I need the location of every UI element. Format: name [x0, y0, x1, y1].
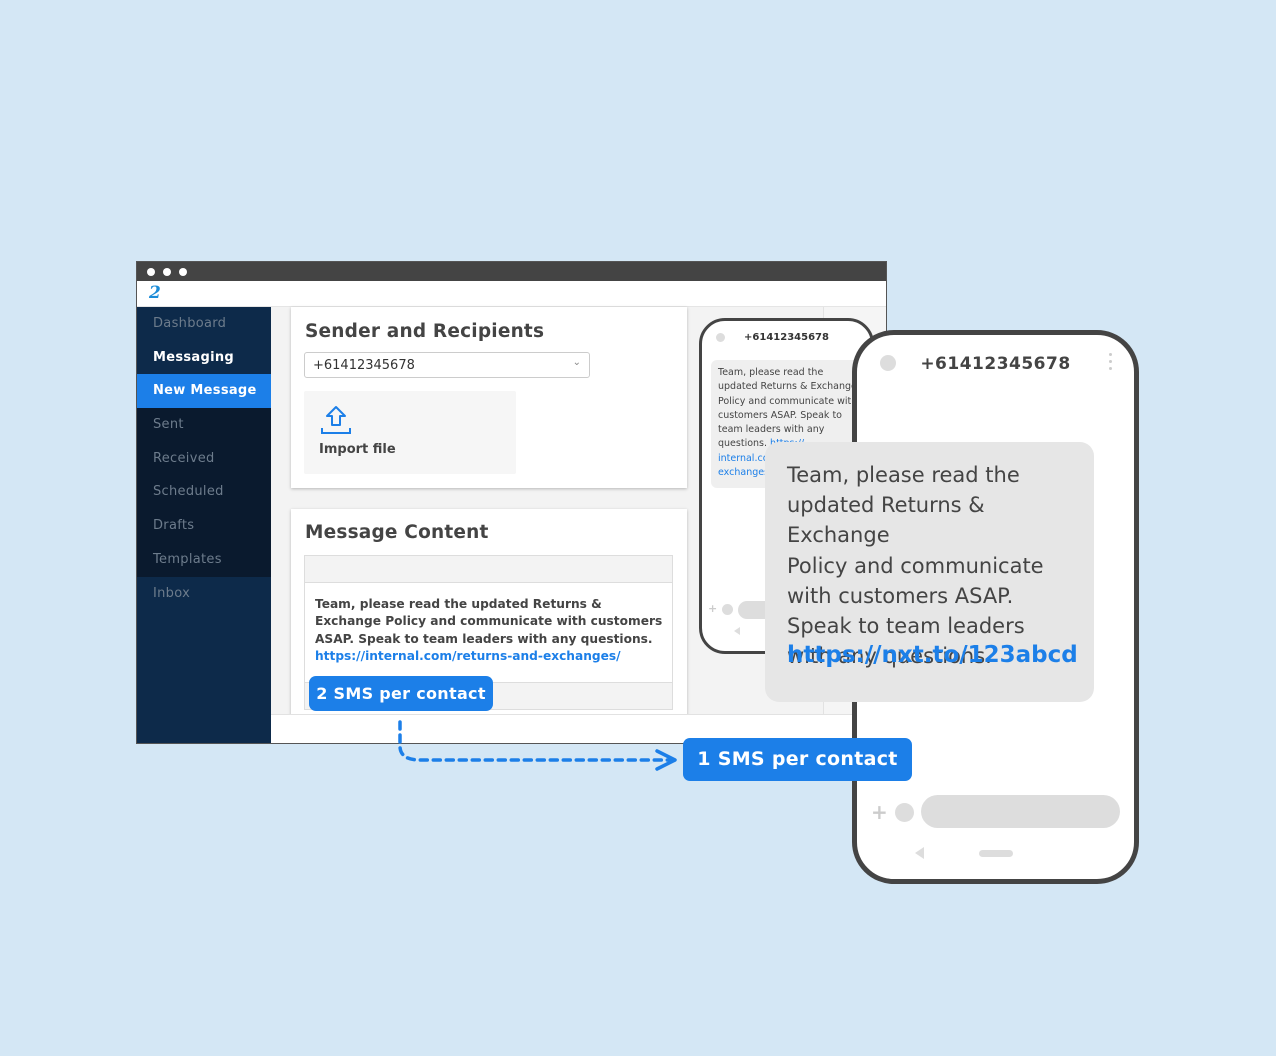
sms-count-badge-before: 2 SMS per contact [309, 676, 493, 711]
preview-small-link[interactable]: exchanges [718, 467, 769, 478]
upload-icon [321, 406, 351, 434]
preview-large-number: +61412345678 [920, 354, 1071, 374]
window-dot-icon[interactable] [163, 268, 171, 276]
window-dot-icon[interactable] [179, 268, 187, 276]
preview-large-compose: + [871, 795, 1120, 831]
sidebar-top-group: Dashboard Messaging [137, 307, 271, 375]
sidebar-item-sent[interactable]: Sent [137, 408, 271, 442]
app-header: 2 [137, 281, 886, 307]
dashed-arrow-connector [398, 720, 677, 771]
sender-recipients-card: Sender and Recipients +61412345678 ⌄ Imp… [291, 307, 687, 488]
sidebar-item-new-message[interactable]: New Message [137, 374, 271, 409]
preview-small-link[interactable]: internal.co [718, 453, 769, 464]
window-titlebar [137, 262, 886, 281]
sender-select[interactable]: +61412345678 ⌄ [304, 352, 590, 378]
preview-large-navbar [857, 847, 1134, 859]
chevron-down-icon: ⌄ [572, 357, 581, 368]
sidebar-bottom-group: Inbox [137, 577, 271, 743]
back-icon[interactable] [915, 847, 924, 859]
editor-toolbar [305, 556, 672, 583]
sidebar-item-messaging[interactable]: Messaging [137, 341, 271, 375]
sidebar-item-inbox[interactable]: Inbox [137, 577, 271, 611]
import-file-label: Import file [319, 442, 396, 457]
message-textarea[interactable]: Team, please read the updated Returns & … [315, 596, 666, 666]
plus-icon[interactable]: + [871, 800, 888, 824]
back-icon [734, 627, 740, 635]
sidebar: Dashboard Messaging New Message Sent Rec… [137, 307, 271, 743]
sidebar-item-scheduled[interactable]: Scheduled [137, 475, 271, 509]
preview-small-number: +61412345678 [744, 332, 829, 343]
emoji-icon [722, 604, 733, 615]
sidebar-item-templates[interactable]: Templates [137, 543, 271, 577]
sidebar-item-dashboard[interactable]: Dashboard [137, 307, 271, 341]
sms-count-badge-after: 1 SMS per contact [683, 738, 912, 781]
message-link[interactable]: https://internal.com/returns-and-exchang… [315, 648, 666, 665]
window-dot-icon[interactable] [147, 268, 155, 276]
sidebar-item-received[interactable]: Received [137, 442, 271, 476]
emoji-icon[interactable] [895, 803, 914, 822]
sender-card-title: Sender and Recipients [305, 321, 545, 342]
sender-select-value: +61412345678 [313, 358, 415, 373]
home-icon[interactable] [979, 850, 1013, 857]
message-body: Team, please read the updated Returns & … [315, 597, 663, 646]
sidebar-item-drafts[interactable]: Drafts [137, 509, 271, 543]
compose-field[interactable] [921, 795, 1120, 828]
preview-large-text: Team, please read the updated Returns & … [787, 463, 1044, 669]
import-file-button[interactable]: Import file [304, 391, 516, 474]
short-link[interactable]: https://nxt.to/123abcd [787, 642, 1078, 668]
plus-icon: + [708, 602, 718, 615]
preview-large-bubble: Team, please read the updated Returns & … [765, 442, 1094, 702]
message-card-title: Message Content [305, 522, 489, 543]
app-logo-icon[interactable]: 2 [149, 283, 161, 303]
more-options-icon[interactable] [1109, 353, 1112, 374]
